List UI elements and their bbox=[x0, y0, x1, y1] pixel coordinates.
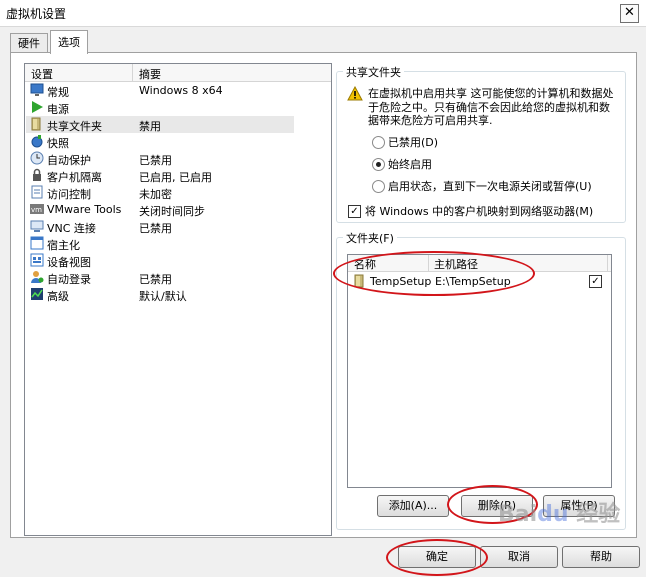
radio-until-poweroff-label[interactable]: 启用状态，直到下一次电源关闭或暂停(U) bbox=[388, 178, 592, 194]
settings-item-general[interactable]: 常规 Windows 8 x64 bbox=[26, 82, 294, 99]
shared-folders-legend: 共享文件夹 bbox=[343, 64, 404, 80]
shared-folders-group: 共享文件夹 在虚拟机中启用共享 这可能使您的计算机和数据处于危险之中。只有确信不… bbox=[336, 64, 626, 223]
map-drive-label[interactable]: 将 Windows 中的客户机映射到网络驱动器(M) bbox=[365, 203, 593, 219]
help-button[interactable]: 帮助 bbox=[562, 546, 640, 568]
settings-item-vmware-tools[interactable]: vm VMware Tools 关闭时间同步 bbox=[26, 201, 294, 218]
chart-icon bbox=[31, 288, 43, 300]
warning-icon bbox=[347, 86, 363, 101]
settings-item-device-view[interactable]: 设备视图 bbox=[26, 252, 294, 269]
folder-icon bbox=[31, 117, 41, 131]
folder-enabled-checkbox[interactable]: ✓ bbox=[589, 275, 602, 288]
monitor-icon bbox=[30, 83, 44, 96]
column-header-setting[interactable]: 设置 bbox=[31, 66, 53, 82]
close-button[interactable]: ✕ bbox=[620, 4, 639, 23]
settings-item-autologon[interactable]: 自动登录 已禁用 bbox=[26, 269, 294, 286]
options-panel: 设置 摘要 常规 Windows 8 x64 电源 共享文件夹 禁用 快照 自动… bbox=[10, 52, 637, 538]
settings-item-shared-folders[interactable]: 共享文件夹 禁用 bbox=[26, 116, 294, 133]
window-title: 虚拟机设置 bbox=[6, 7, 67, 21]
devices-icon bbox=[30, 253, 44, 267]
user-icon bbox=[31, 271, 44, 283]
svg-text:vm: vm bbox=[31, 206, 42, 214]
window-icon bbox=[30, 236, 44, 250]
tab-options[interactable]: 选项 bbox=[50, 30, 88, 54]
vm-icon: vm bbox=[30, 204, 44, 214]
play-icon bbox=[32, 101, 43, 113]
shared-folders-warning: 在虚拟机中启用共享 这可能使您的计算机和数据处于危险之中。只有确信不会因此给您的… bbox=[368, 87, 614, 127]
vnc-icon bbox=[30, 220, 44, 232]
cancel-button[interactable]: 取消 bbox=[480, 546, 558, 568]
annotation-ellipse-ok-button bbox=[386, 539, 488, 576]
watermark: Baidu 经验 bbox=[498, 502, 621, 527]
settings-item-advanced[interactable]: 高级 默认/默认 bbox=[26, 286, 294, 303]
settings-item-access-control[interactable]: 访问控制 未加密 bbox=[26, 184, 294, 201]
camera-icon bbox=[31, 135, 43, 148]
settings-item-guest-isolation[interactable]: 客户机隔离 已启用, 已启用 bbox=[26, 167, 294, 184]
tab-hardware[interactable]: 硬件 bbox=[10, 33, 48, 53]
map-drive-checkbox[interactable]: ✓ bbox=[348, 205, 361, 218]
add-button[interactable]: 添加(A)... bbox=[377, 495, 449, 517]
settings-item-autoprotect[interactable]: 自动保护 已禁用 bbox=[26, 150, 294, 167]
radio-disabled-label[interactable]: 已禁用(D) bbox=[388, 134, 438, 150]
title-bar: 虚拟机设置 ✕ bbox=[0, 0, 646, 27]
radio-until-poweroff[interactable] bbox=[372, 180, 385, 193]
settings-list-header: 设置 摘要 bbox=[25, 64, 331, 82]
lock-icon bbox=[33, 168, 41, 181]
settings-list[interactable]: 设置 摘要 常规 Windows 8 x64 电源 共享文件夹 禁用 快照 自动… bbox=[24, 63, 332, 536]
settings-item-unity[interactable]: 宿主化 bbox=[26, 235, 294, 252]
folders-legend: 文件夹(F) bbox=[343, 230, 397, 246]
settings-item-snapshots[interactable]: 快照 bbox=[26, 133, 294, 150]
settings-item-power[interactable]: 电源 bbox=[26, 99, 294, 116]
radio-always-enabled-label[interactable]: 始终启用 bbox=[388, 156, 432, 172]
clock-icon bbox=[30, 151, 44, 165]
document-icon bbox=[31, 185, 43, 199]
column-header-summary[interactable]: 摘要 bbox=[139, 66, 161, 82]
settings-item-vnc[interactable]: VNC 连接 已禁用 bbox=[26, 218, 294, 235]
annotation-ellipse-folder-row bbox=[333, 251, 535, 296]
radio-disabled[interactable] bbox=[372, 136, 385, 149]
close-icon: ✕ bbox=[624, 5, 635, 20]
radio-always-enabled[interactable] bbox=[372, 158, 385, 171]
